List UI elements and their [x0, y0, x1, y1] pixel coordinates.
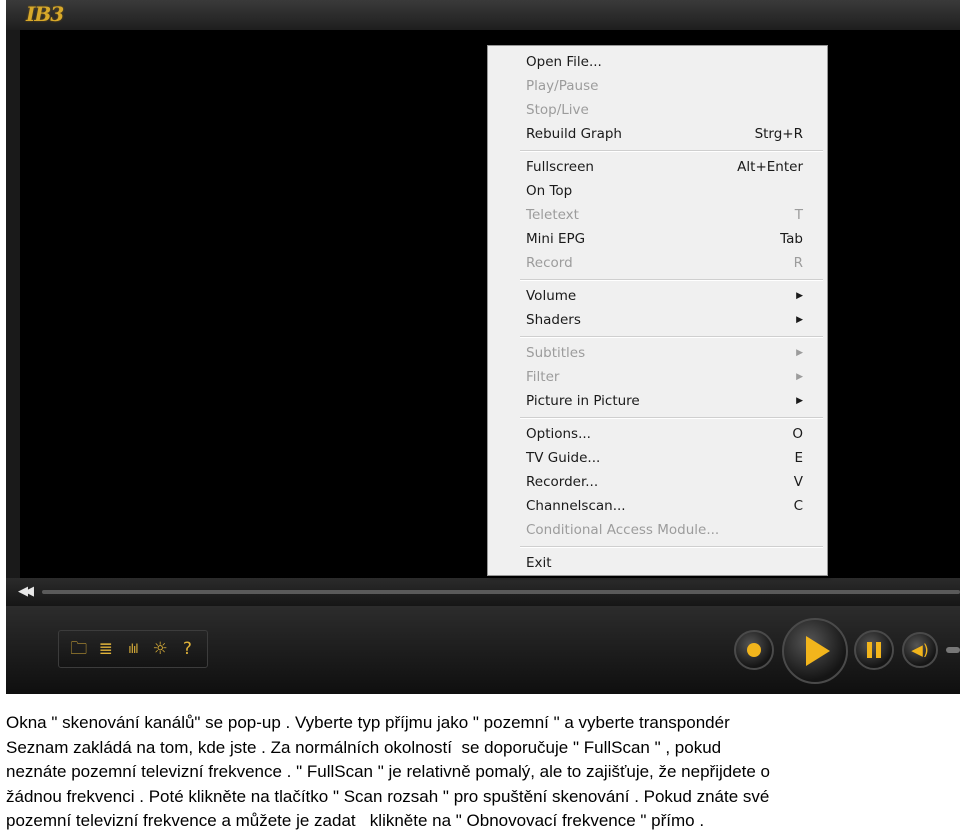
menu-item-shortcut: E [794, 450, 803, 466]
menu-item-shaders[interactable]: Shaders ▶ [490, 308, 825, 332]
menu-item-shortcut: Alt+Enter [737, 159, 803, 175]
menu-item-label: Shaders [526, 312, 581, 328]
menu-item-label: TV Guide... [526, 450, 601, 466]
menu-item-mini-epg[interactable]: Mini EPG Tab [490, 227, 825, 251]
seek-bar: ◀◀ [6, 578, 960, 606]
menu-item-shortcut: V [793, 474, 803, 490]
folder-icon[interactable]: 🗀 [69, 639, 89, 659]
menu-separator [520, 336, 823, 338]
menu-separator [520, 417, 823, 419]
tool-panel: 🗀 ≣ ılıl ☼? [58, 630, 208, 668]
menu-item-label: Picture in Picture [526, 393, 640, 409]
submenu-arrow-icon: ▶ [796, 291, 803, 301]
speaker-icon: ◀) [911, 641, 929, 659]
menu-item-label: Record [526, 255, 573, 271]
equalizer-icon[interactable]: ılıl [123, 639, 143, 659]
menu-item-play-pause: Play/Pause [490, 74, 825, 98]
menu-item-conditional-access-module: Conditional Access Module... [490, 518, 825, 542]
menu-item-label: Channelscan... [526, 498, 626, 514]
context-menu: Open File... Play/Pause Stop/Live Rebuild G… [487, 45, 828, 576]
play-icon [806, 636, 830, 666]
menu-item-open-file[interactable]: Open File... [490, 50, 825, 74]
submenu-arrow-icon: ▶ [796, 315, 803, 325]
menu-item-label: Teletext [526, 207, 579, 223]
caption-line: žádnou frekvenci . Poté klikněte na tlač… [6, 786, 770, 806]
caption-line: neznáte pozemní televizní frekvence . " … [6, 762, 771, 781]
record-icon [747, 643, 761, 657]
rewind-icon[interactable]: ◀◀ [18, 584, 34, 599]
menu-item-channelscan[interactable]: Channelscan... C [490, 494, 825, 518]
menu-item-filter: Filter ▶ [490, 365, 825, 389]
menu-item-fullscreen[interactable]: Fullscreen Alt+Enter [490, 155, 825, 179]
menu-item-exit[interactable]: Exit [490, 551, 825, 575]
menu-item-shortcut: Tab [780, 231, 803, 247]
caption-line: pozemní televizní frekvence a můžete je … [6, 811, 705, 830]
pause-button[interactable] [854, 630, 894, 670]
menu-item-volume[interactable]: Volume ▶ [490, 284, 825, 308]
menu-item-label: Mini EPG [526, 231, 586, 247]
menu-item-label: Fullscreen [526, 159, 594, 175]
menu-item-on-top[interactable]: On Top [490, 179, 825, 203]
app-logo: IB3 [26, 2, 64, 26]
settings-icon[interactable]: ☼ [150, 639, 170, 659]
menu-item-label: Stop/Live [526, 102, 589, 118]
menu-item-shortcut: T [794, 207, 803, 223]
menu-item-label: On Top [526, 183, 573, 199]
record-button[interactable] [734, 630, 774, 670]
seek-track[interactable] [42, 590, 960, 594]
menu-item-label: Play/Pause [526, 78, 599, 94]
menu-separator [520, 279, 823, 281]
menu-item-label: Filter [526, 369, 560, 385]
menu-item-shortcut: R [793, 255, 803, 271]
title-bar[interactable]: IB3 [6, 0, 960, 30]
submenu-arrow-icon: ▶ [796, 372, 803, 382]
menu-item-rebuild-graph[interactable]: Rebuild Graph Strg+R [490, 122, 825, 146]
help-icon[interactable]: ? [177, 639, 197, 659]
menu-item-label: Conditional Access Module... [526, 522, 720, 538]
menu-item-teletext: Teletext T [490, 203, 825, 227]
play-button[interactable] [782, 618, 848, 684]
pause-icon [867, 642, 881, 658]
caption-line: Seznam zakládá na tom, kde jste . Za nor… [6, 737, 722, 757]
menu-item-subtitles: Subtitles ▶ [490, 341, 825, 365]
menu-item-label: Subtitles [526, 345, 586, 361]
caption-text: Okna " skenování kanálů" se pop-up . Vyb… [6, 711, 956, 834]
menu-item-recorder[interactable]: Recorder... V [490, 470, 825, 494]
menu-item-label: Open File... [526, 54, 602, 70]
menu-item-options[interactable]: Options... O [490, 422, 825, 446]
menu-item-stop-live: Stop/Live [490, 98, 825, 122]
menu-item-label: Exit [526, 555, 552, 571]
playlist-icon[interactable]: ≣ [96, 639, 116, 659]
menu-item-shortcut: Strg+R [754, 126, 803, 142]
menu-item-label: Rebuild Graph [526, 126, 622, 142]
menu-item-record: Record R [490, 251, 825, 275]
menu-item-label: Recorder... [526, 474, 599, 490]
menu-item-shortcut: O [792, 426, 803, 442]
volume-slider[interactable] [946, 647, 960, 653]
menu-item-tv-guide[interactable]: TV Guide... E [490, 446, 825, 470]
submenu-arrow-icon: ▶ [796, 396, 803, 406]
caption-line: Okna " skenování kanálů" se pop-up . Vyb… [6, 713, 730, 732]
menu-item-label: Options... [526, 426, 591, 442]
menu-separator [520, 546, 823, 548]
control-panel: 🗀 ≣ ılıl ☼? ◀) [6, 606, 960, 694]
menu-item-label: Volume [526, 288, 577, 304]
menu-item-shortcut: C [793, 498, 803, 514]
menu-separator [520, 150, 823, 152]
volume-button[interactable]: ◀) [902, 632, 938, 668]
submenu-arrow-icon: ▶ [796, 348, 803, 358]
menu-item-picture-in-picture[interactable]: Picture in Picture ▶ [490, 389, 825, 413]
